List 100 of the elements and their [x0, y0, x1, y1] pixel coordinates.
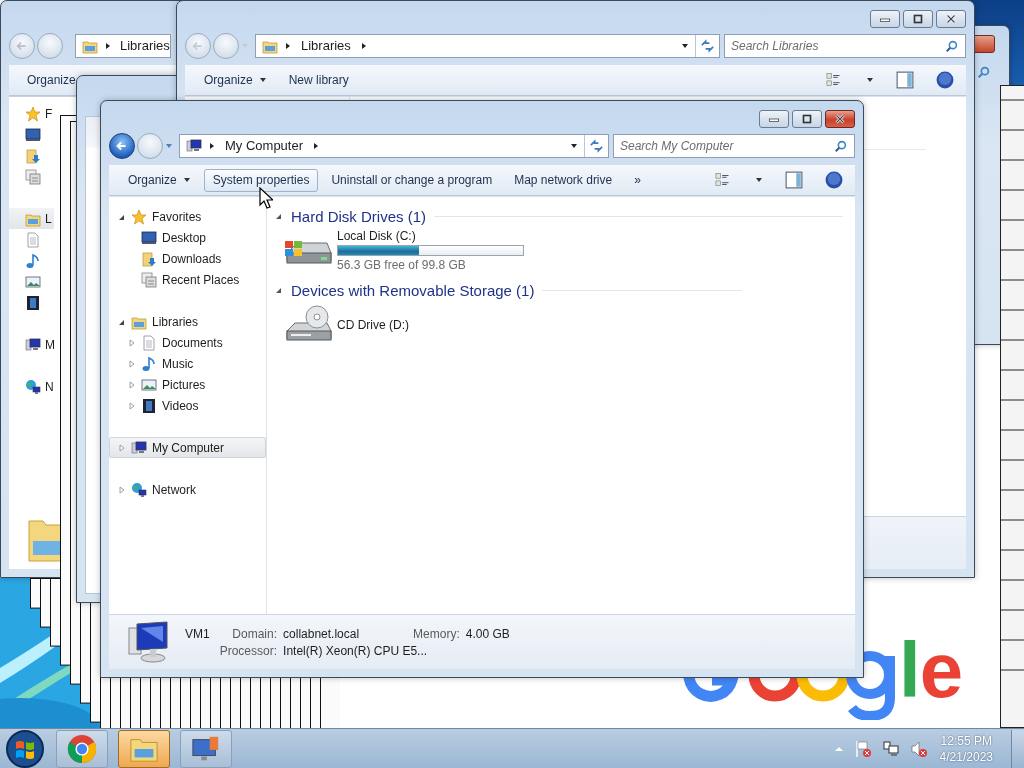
clock-time: 12:55 PM [940, 732, 992, 749]
sidebar-item[interactable]: M [9, 334, 57, 355]
maximize-button[interactable] [903, 10, 933, 28]
start-button[interactable] [4, 728, 46, 768]
tree-item[interactable]: Downloads [109, 248, 266, 269]
preview-pane-icon[interactable] [785, 171, 803, 189]
address-bar[interactable]: Libraries [75, 33, 171, 58]
maximize-button[interactable] [792, 110, 822, 128]
tree-item[interactable]: Desktop [109, 227, 266, 248]
field-value: Intel(R) Xeon(R) CPU E5... [283, 643, 429, 658]
folder-arrow-icon [25, 147, 41, 164]
picture-icon [25, 273, 41, 290]
toolbar-button[interactable]: Organize [25, 68, 78, 92]
network-icon[interactable] [881, 739, 900, 758]
tree-item[interactable]: Documents [109, 332, 266, 353]
toolbar-button[interactable]: Map network drive [505, 168, 622, 192]
tree-item[interactable]: Recent Places [109, 269, 266, 290]
chevron-icon [284, 41, 292, 50]
maximize-icon [911, 14, 925, 24]
film-icon [25, 294, 41, 311]
show-desktop-button[interactable] [1011, 729, 1024, 768]
document-stack-icon [141, 271, 157, 288]
folder-arrow-icon [141, 250, 157, 267]
minimize-button[interactable] [759, 110, 789, 128]
field-label: Processor: [219, 643, 278, 658]
search-field[interactable]: Search My Computer [613, 133, 855, 158]
speaker-icon[interactable] [909, 739, 928, 758]
tree-item[interactable]: Videos [109, 395, 266, 416]
document-icon [141, 334, 157, 351]
chevron-icon [104, 41, 112, 50]
field-value: 4.00 GB [465, 626, 510, 641]
dropdown-icon [681, 41, 689, 50]
globe-icon [25, 378, 41, 395]
chevron-icon [359, 41, 368, 50]
address-bar[interactable]: My Computer [179, 133, 609, 158]
drive-name[interactable]: Local Disk (C:) [337, 229, 524, 243]
sidebar-item[interactable]: N [9, 376, 56, 397]
dropdown-icon [570, 141, 578, 150]
taskbar-button[interactable] [56, 729, 108, 768]
collapse-arrow-icon[interactable] [275, 212, 283, 220]
back-button[interactable] [109, 132, 135, 159]
search-icon [834, 138, 848, 153]
tree-item[interactable]: Favorites [109, 206, 266, 227]
logo-letter: l [899, 631, 920, 709]
preview-pane-icon[interactable] [896, 71, 914, 89]
dropdown-icon[interactable] [165, 141, 173, 150]
monitor-icon [25, 126, 41, 143]
search-icon [945, 38, 959, 53]
sidebar-item[interactable]: L [9, 208, 54, 229]
computer-icon [127, 620, 171, 664]
chevron-icon [208, 141, 216, 150]
breadcrumb[interactable]: My Computer [222, 138, 307, 153]
drive-name[interactable]: CD Drive (D:) [337, 317, 409, 332]
taskbar-button[interactable] [118, 729, 170, 768]
caret-icon[interactable] [755, 176, 763, 184]
toolbar-button[interactable]: Organize [119, 168, 200, 192]
group-header[interactable]: Hard Disk Drives (1) [291, 207, 426, 225]
document-icon [25, 231, 41, 248]
computer-icon [131, 439, 147, 456]
chrome-icon [67, 733, 97, 764]
tree-item[interactable]: Libraries [109, 311, 266, 332]
tree-item[interactable]: My Computer [109, 437, 266, 458]
group-header[interactable]: Devices with Removable Storage (1) [291, 281, 535, 299]
more-button[interactable]: » [625, 168, 650, 192]
address-bar[interactable]: Libraries [255, 33, 720, 58]
close-icon [833, 114, 847, 124]
film-icon [141, 397, 157, 414]
logo-letter: e [919, 631, 963, 709]
computer-icon [25, 336, 41, 353]
music-note-icon [25, 252, 41, 269]
minimize-button[interactable] [870, 10, 900, 28]
collapse-arrow-icon[interactable] [275, 286, 283, 294]
toolbar-button[interactable]: Uninstall or change a program [322, 168, 502, 192]
flag-icon[interactable] [853, 739, 872, 758]
toolbar-button[interactable]: Organize [195, 68, 276, 92]
search-field[interactable]: Search Libraries [724, 33, 966, 58]
star-icon [131, 208, 147, 225]
monitor-icon [141, 229, 157, 246]
computer-icon [186, 137, 202, 154]
tree-item[interactable]: Music [109, 353, 266, 374]
toolbar-button[interactable]: New library [279, 68, 358, 92]
taskbar-button[interactable] [180, 729, 232, 768]
star-icon [25, 105, 41, 122]
toolbar-button[interactable]: System properties [203, 168, 319, 192]
tree-item[interactable]: Network [109, 479, 266, 500]
breadcrumb[interactable]: Libraries [298, 38, 354, 53]
close-icon [944, 14, 958, 24]
sidebar-item[interactable]: F [9, 103, 55, 124]
breadcrumb[interactable]: Libraries [118, 38, 170, 53]
globe-icon [131, 481, 147, 498]
field-label: Domain: [231, 626, 278, 641]
free-space-text: 56.3 GB free of 99.8 GB [337, 258, 467, 272]
close-button[interactable] [825, 110, 855, 128]
close-button[interactable] [936, 10, 966, 28]
picture-icon [141, 376, 157, 393]
computer-name: VM1 [185, 626, 210, 641]
music-note-icon [141, 355, 157, 372]
field-value: collabnet.local [283, 626, 360, 641]
tree-item[interactable]: Pictures [109, 374, 266, 395]
search-icon [977, 64, 991, 80]
